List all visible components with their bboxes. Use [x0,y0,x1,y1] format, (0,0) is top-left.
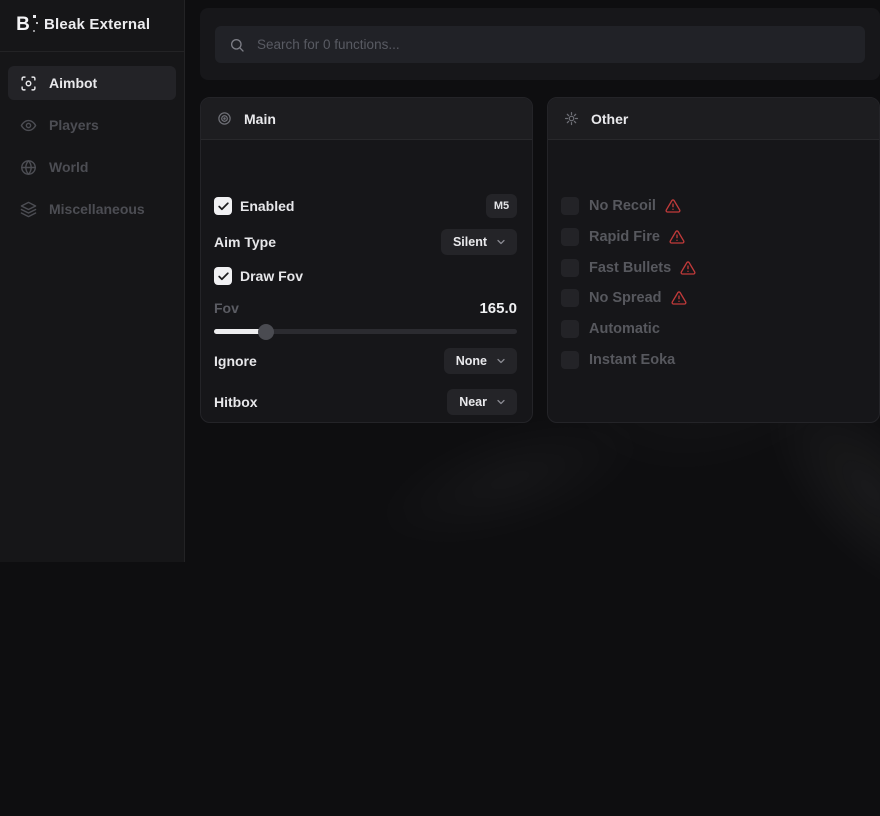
top-search-panel [200,8,880,80]
enabled-label: Enabled [240,198,294,214]
warning-triangle-icon [665,198,681,214]
automatic-label: Automatic [589,321,660,337]
other-panel-body: No Recoil Rapid Fire Fast Bullets [548,140,879,423]
aim-type-row: Aim Type Silent [214,229,517,255]
automatic-checkbox[interactable] [561,320,579,338]
aim-type-label: Aim Type [214,234,276,250]
panel-title: Main [244,111,276,127]
warning-triangle-icon [669,229,685,245]
main-panel-body: Enabled M5 Aim Type Silent Draw Fov Fov … [201,140,532,423]
search-box[interactable] [215,26,865,63]
no-recoil-label: No Recoil [589,198,656,214]
other-row-fast-bullets: Fast Bullets [561,259,696,277]
target-icon [217,111,232,126]
sidebar: B Bleak External Aimbot P [0,0,185,562]
no-recoil-checkbox[interactable] [561,197,579,215]
other-row-no-spread: No Spread [561,289,687,307]
logo-letter: B [16,15,30,34]
ignore-dropdown[interactable]: None [444,348,517,374]
draw-fov-checkbox[interactable] [214,267,232,285]
hitbox-dropdown[interactable]: Near [447,389,517,415]
brand: B Bleak External [0,0,184,47]
no-spread-checkbox[interactable] [561,289,579,307]
fast-bullets-label: Fast Bullets [589,260,671,276]
sidebar-item-label: Aimbot [49,75,97,91]
ignore-label: Ignore [214,353,257,369]
instant-eoka-label: Instant Eoka [589,352,675,368]
hitbox-label: Hitbox [214,394,258,410]
gear-icon [564,111,579,126]
fast-bullets-checkbox[interactable] [561,259,579,277]
sidebar-item-aimbot[interactable]: Aimbot [8,66,176,100]
ignore-row: Ignore None [214,348,517,374]
eye-icon [20,117,37,134]
aim-type-dropdown[interactable]: Silent [441,229,517,255]
sidebar-item-label: Miscellaneous [49,201,145,217]
glitch-b-logo-icon: B [12,13,34,35]
globe-icon [20,159,37,176]
rapid-fire-checkbox[interactable] [561,228,579,246]
sidebar-item-label: Players [49,117,99,133]
draw-fov-label: Draw Fov [240,268,303,284]
slider-thumb[interactable] [258,324,274,340]
sidebar-nav: Aimbot Players World [0,52,184,226]
warning-triangle-icon [680,260,696,276]
fov-label: Fov [214,300,239,316]
app-title: Bleak External [44,16,150,33]
fov-slider[interactable] [214,323,517,339]
aim-type-value: Silent [453,235,487,249]
no-spread-label: No Spread [589,290,662,306]
sidebar-item-miscellaneous[interactable]: Miscellaneous [8,192,176,226]
ignore-value: None [456,354,487,368]
chevron-down-icon [495,236,507,248]
sidebar-item-world[interactable]: World [8,150,176,184]
draw-fov-row: Draw Fov [214,266,517,286]
other-panel-header: Other [548,98,879,140]
main-panel-header: Main [201,98,532,140]
other-panel: Other No Recoil Rapid Fire [547,97,880,423]
hitbox-value: Near [459,395,487,409]
chevron-down-icon [495,396,507,408]
fov-row: Fov 165.0 [214,298,517,318]
sidebar-item-players[interactable]: Players [8,108,176,142]
enabled-row: Enabled M5 [214,194,517,218]
check-icon [217,200,230,213]
sidebar-item-label: World [49,159,88,175]
crosshair-focus-icon [20,75,37,92]
warning-triangle-icon [671,290,687,306]
other-row-rapid-fire: Rapid Fire [561,228,685,246]
enabled-checkbox[interactable] [214,197,232,215]
chevron-down-icon [495,355,507,367]
instant-eoka-checkbox[interactable] [561,351,579,369]
other-row-instant-eoka: Instant Eoka [561,351,675,369]
main-panel: Main Enabled M5 Aim Type Silent Draw [200,97,533,423]
rapid-fire-label: Rapid Fire [589,229,660,245]
search-input[interactable] [257,37,851,52]
slider-fill [214,329,266,334]
other-row-no-recoil: No Recoil [561,197,681,215]
fov-value: 165.0 [479,300,517,317]
layers-icon [20,201,37,218]
check-icon [217,270,230,283]
hitbox-row: Hitbox Near [214,389,517,415]
keybind-badge[interactable]: M5 [486,194,517,218]
panel-title: Other [591,111,628,127]
search-icon [229,37,245,53]
other-row-automatic: Automatic [561,320,660,338]
